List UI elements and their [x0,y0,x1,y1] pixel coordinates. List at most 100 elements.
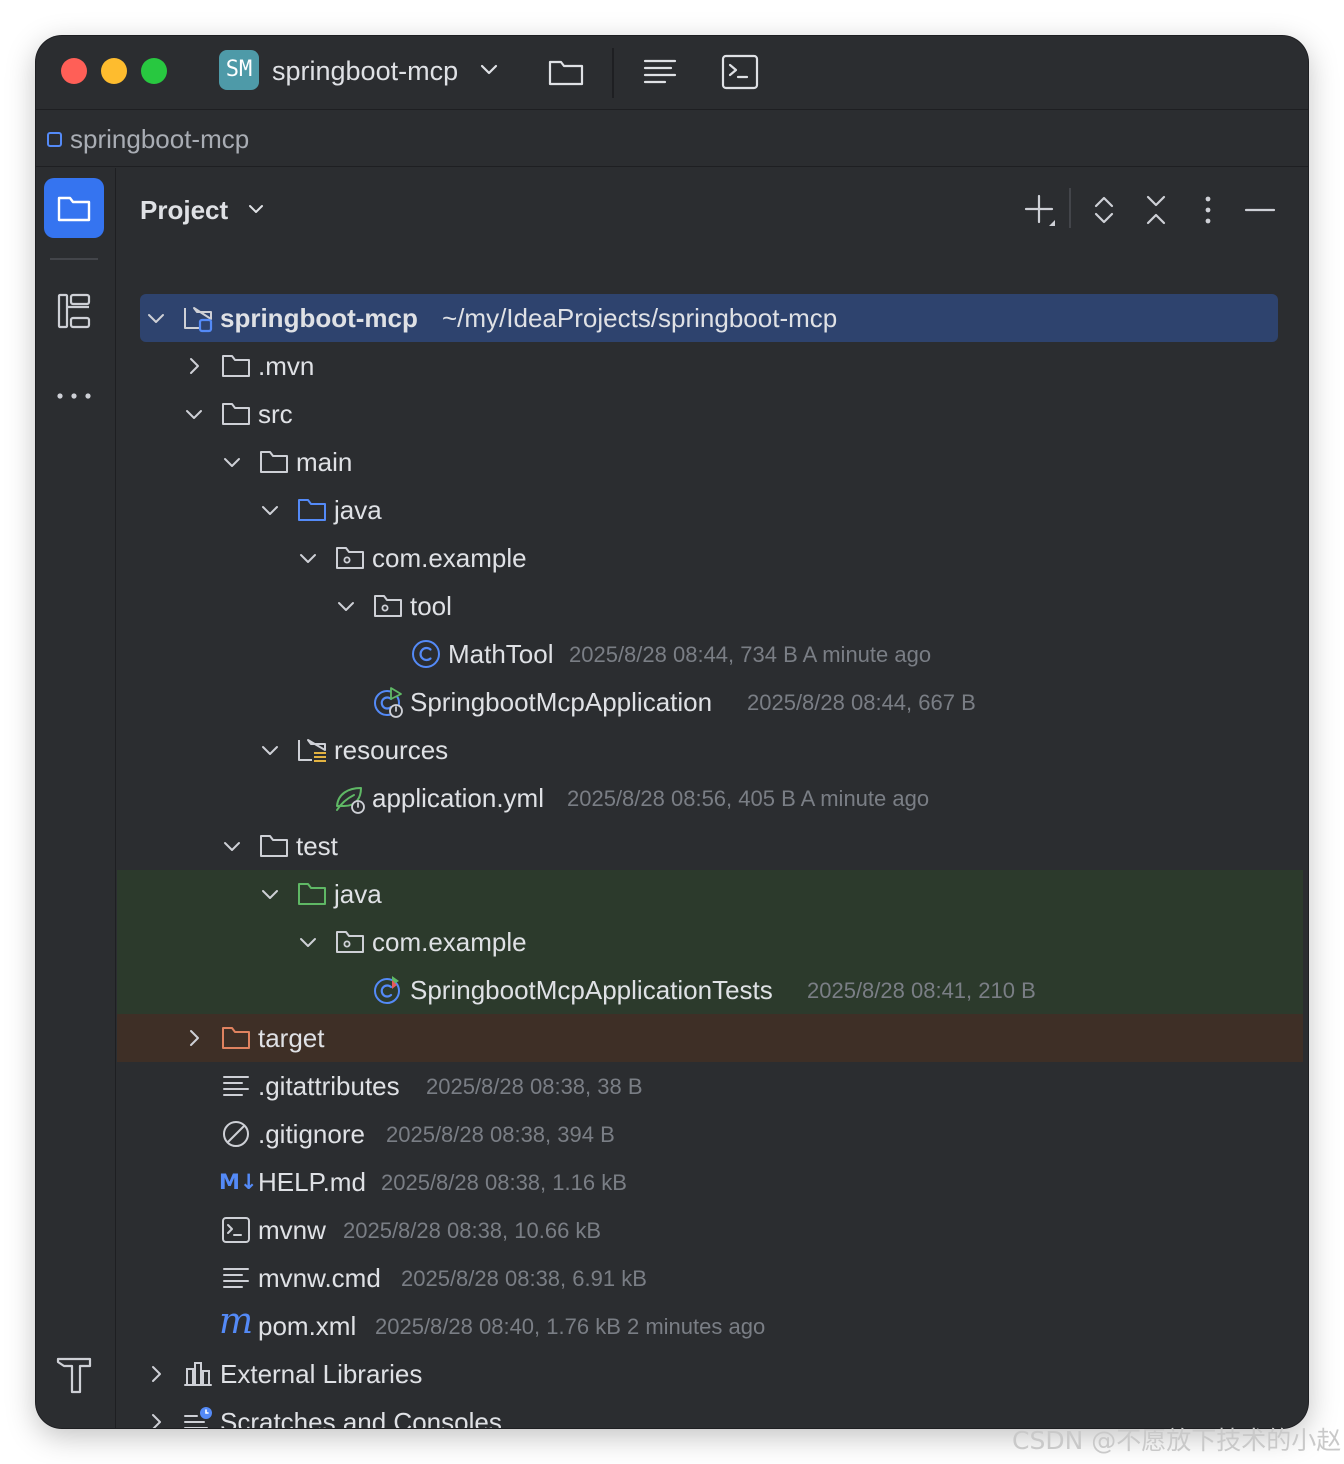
tree-item-label: mvnw.cmd [258,1263,381,1293]
ignore-file-icon [223,1121,249,1147]
chevron-down-icon[interactable] [183,403,205,425]
tree-item-label: com.example [372,543,527,573]
chevron-down-icon[interactable] [245,198,267,220]
breadcrumb[interactable]: springboot-mcp [70,124,249,154]
chevron-down-icon[interactable] [259,499,281,521]
tree-item-label: .mvn [258,351,315,381]
tree-item-label: pom.xml [258,1311,357,1341]
tree-item-test-package[interactable]: com.example [117,918,1303,966]
tree-item-label: Scratches and Consoles [220,1407,502,1428]
tree-item-application-tests[interactable]: SpringbootMcpApplicationTests 2025/8/28 … [117,966,1303,1014]
chevron-right-icon[interactable] [183,355,205,377]
chevron-down-icon[interactable] [259,883,281,905]
tree-item-main[interactable]: main [117,438,1303,486]
file-meta: 2025/8/28 08:38, 6.91 kB [401,1266,647,1291]
text-file-icon [223,1268,249,1288]
tree-item-external-libraries[interactable]: External Libraries [117,1350,1303,1398]
chevron-down-icon[interactable] [259,739,281,761]
ide-window: SM springboot-mcp springboot-mcp Project… [36,36,1308,1428]
tree-item-target[interactable]: target [117,1014,1303,1062]
tree-item-gitattributes[interactable]: .gitattributes 2025/8/28 08:38, 38 B [117,1062,1303,1110]
expand-collapse-icon[interactable] [1084,190,1124,230]
chevron-down-icon[interactable] [297,931,319,953]
file-meta: 2025/8/28 08:38, 38 B [426,1074,643,1099]
tree-item-label: com.example [372,927,527,957]
tree-item-mathtool[interactable]: MathTool 2025/8/28 08:44, 734 B A minute… [117,630,1303,678]
more-tools-button[interactable] [44,366,104,426]
more-icon [57,393,91,399]
java-class-icon [412,640,440,668]
library-icon [184,1362,212,1386]
tree-item-test[interactable]: test [117,822,1303,870]
chevron-down-icon[interactable] [145,307,167,329]
package-icon [336,547,364,569]
tree-item-root[interactable]: springboot-mcp ~/my/IdeaProjects/springb… [140,294,1278,342]
chevron-right-icon[interactable] [145,1411,167,1428]
tree-item-label: test [296,831,338,861]
structure-icon[interactable] [641,53,679,91]
tree-item-mvn[interactable]: .mvn [117,342,1303,390]
chevron-right-icon[interactable] [183,1027,205,1049]
project-badge[interactable]: SM [219,50,259,90]
chevron-down-icon[interactable] [221,451,243,473]
tree-item-src[interactable]: src [117,390,1303,438]
chevron-down-icon[interactable] [221,835,243,857]
tree-item-label: mvnw [258,1215,326,1245]
project-tool-button[interactable] [44,178,104,238]
tree-item-label: target [258,1023,325,1053]
tree-item-label: java [334,495,382,525]
tree-item-label: java [334,879,382,909]
tree-item-application[interactable]: SpringbootMcpApplication 2025/8/28 08:44… [117,678,1303,726]
folder-icon [222,355,250,377]
tree-item-label: External Libraries [220,1359,423,1389]
terminal-icon[interactable] [721,53,759,91]
tree-item-tool[interactable]: tool [117,582,1303,630]
tree-item-application-yml[interactable]: application.yml 2025/8/28 08:56, 405 B A… [117,774,1303,822]
options-icon[interactable] [1188,190,1228,230]
tree-item-pom[interactable]: m pom.xml 2025/8/28 08:40, 1.76 kB 2 min… [117,1302,1303,1350]
panel-title[interactable]: Project [140,194,228,226]
package-icon [336,931,364,953]
tree-item-gitignore[interactable]: .gitignore 2025/8/28 08:38, 394 B [117,1110,1303,1158]
tree-item-main-package[interactable]: com.example [117,534,1303,582]
project-folder-icon [57,196,91,222]
watermark: CSDN @不愿放下技术的小赵 [1012,1426,1342,1455]
tree-item-label: springboot-mcp [220,303,418,333]
add-icon[interactable] [1019,190,1059,230]
chevron-down-icon[interactable] [297,547,319,569]
tree-item-mvnw[interactable]: mvnw 2025/8/28 08:38, 10.66 kB [117,1206,1303,1254]
tree-item-label: application.yml [372,783,544,813]
folder-icon[interactable] [547,53,585,91]
tree-item-label: resources [334,735,449,765]
collapse-all-icon[interactable] [1136,190,1176,230]
tree-item-test-java[interactable]: java [117,870,1303,918]
structure-tool-button[interactable] [44,280,104,340]
tree-item-path: ~/my/IdeaProjects/springboot-mcp [442,303,838,333]
build-tool-button[interactable] [44,1344,104,1404]
tree-item-resources[interactable]: resources [117,726,1303,774]
maven-icon: m [219,1301,254,1342]
tree-item-main-java[interactable]: java [117,486,1303,534]
title-bar: SM springboot-mcp [36,36,1308,110]
tree-item-mvnw-cmd[interactable]: mvnw.cmd 2025/8/28 08:38, 6.91 kB [117,1254,1303,1302]
spring-config-icon [336,787,365,814]
project-switcher[interactable]: springboot-mcp [272,55,458,87]
navigation-bar: springboot-mcp [36,111,1308,167]
chevron-down-icon[interactable] [477,57,501,81]
close-window-button[interactable] [61,58,87,84]
tree-item-help-md[interactable]: M↓ HELP.md 2025/8/28 08:38, 1.16 kB [117,1158,1303,1206]
folder-icon [260,451,288,473]
hide-icon[interactable] [1240,190,1280,230]
zoom-window-button[interactable] [141,58,167,84]
folder-icon [260,835,288,857]
chevron-right-icon[interactable] [145,1363,167,1385]
toolbar-divider [1069,188,1071,228]
minimize-window-button[interactable] [101,58,127,84]
scratches-icon [184,1407,212,1428]
tool-window-strip [36,168,116,1428]
chevron-down-icon[interactable] [335,595,357,617]
folder-icon [222,403,250,425]
tree-item-label: .gitattributes [258,1071,400,1101]
text-file-icon [223,1076,249,1096]
tree-item-label: HELP.md [258,1167,366,1197]
